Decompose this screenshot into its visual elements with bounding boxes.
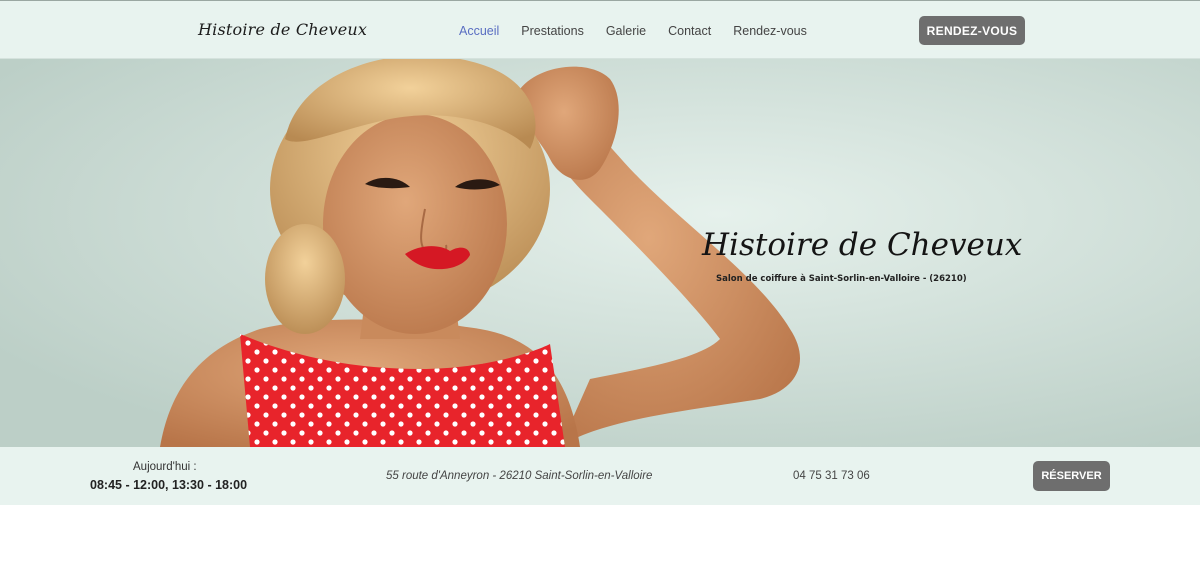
- hero-subtitle: Salon de coiffure à Saint-Sorlin-en-Vall…: [716, 274, 967, 284]
- address-text[interactable]: 55 route d'Anneyron - 26210 Saint-Sorlin…: [386, 470, 652, 482]
- nav-accueil[interactable]: Accueil: [459, 24, 499, 38]
- phone-number[interactable]: 04 75 31 73 06: [793, 470, 870, 482]
- site-logo[interactable]: Histoire de Cheveux: [198, 20, 367, 39]
- site-header: Histoire de Cheveux Accueil Prestations …: [0, 0, 1200, 59]
- hero-banner: Histoire de Cheveux Salon de coiffure à …: [0, 59, 1200, 447]
- nav-contact[interactable]: Contact: [668, 24, 711, 38]
- hours-value: 08:45 - 12:00, 13:30 - 18:00: [90, 478, 248, 492]
- rendez-vous-button[interactable]: RENDEZ-VOUS: [919, 16, 1025, 45]
- hours-label: Aujourd'hui :: [133, 461, 197, 473]
- info-bar: Aujourd'hui : 08:45 - 12:00, 13:30 - 18:…: [0, 447, 1200, 505]
- nav-galerie[interactable]: Galerie: [606, 24, 646, 38]
- reserve-button[interactable]: RÉSERVER: [1033, 461, 1110, 491]
- main-nav: Accueil Prestations Galerie Contact Rend…: [459, 24, 829, 38]
- nav-rendez-vous[interactable]: Rendez-vous: [733, 24, 807, 38]
- hero-title: Histoire de Cheveux: [702, 227, 1023, 263]
- nav-prestations[interactable]: Prestations: [521, 24, 584, 38]
